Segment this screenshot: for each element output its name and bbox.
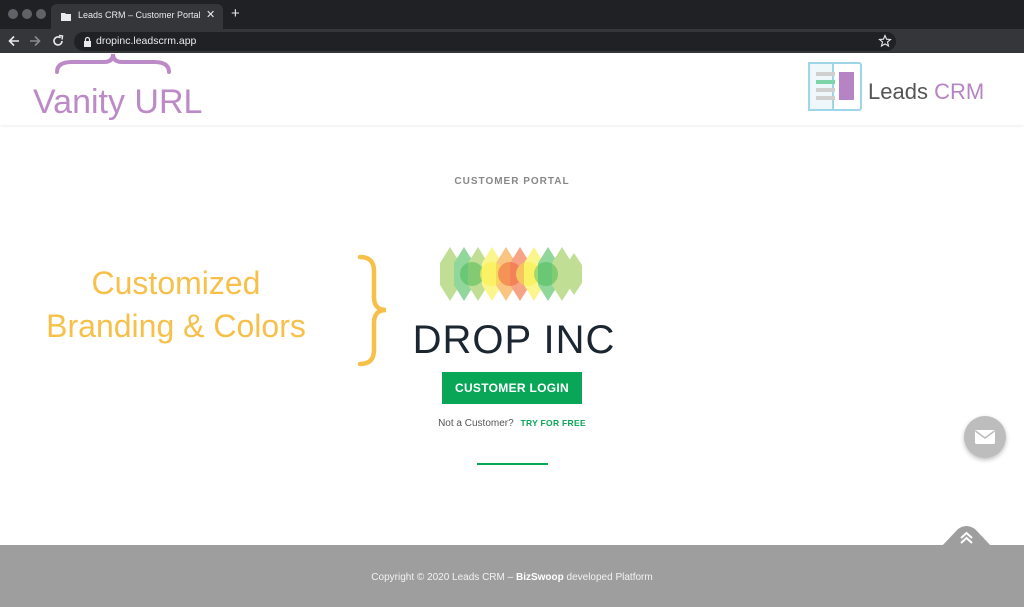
drop-inc-logo-icon — [440, 247, 582, 301]
window-close-dot[interactable] — [8, 9, 18, 19]
lock-icon — [84, 36, 91, 47]
envelope-icon — [975, 430, 995, 444]
plus-icon[interactable]: + — [231, 6, 240, 22]
browser-toolbar: dropinc.leadscrm.app — [0, 29, 1024, 53]
star-icon[interactable] — [878, 34, 892, 48]
footer-brand-link[interactable]: BizSwoop — [516, 572, 564, 583]
close-icon[interactable]: ✕ — [206, 9, 215, 21]
browser-tab[interactable]: Leads CRM – Customer Portal ✕ — [51, 4, 223, 29]
back-arrow-icon[interactable] — [6, 32, 22, 50]
contact-chat-button[interactable] — [964, 416, 1006, 458]
logo-text: Leads CRM — [868, 79, 985, 104]
browser-tab-bar: Leads CRM – Customer Portal ✕ + — [0, 0, 1024, 29]
accent-divider — [477, 463, 548, 465]
site-footer: Copyright © 2020 Leads CRM – BizSwoop de… — [0, 545, 1024, 607]
company-name: DROP INC — [412, 318, 616, 362]
scroll-to-top-button[interactable] — [941, 525, 992, 547]
vanity-url-brace — [55, 53, 171, 74]
portal-label: CUSTOMER PORTAL — [454, 176, 570, 187]
address-bar[interactable]: dropinc.leadscrm.app — [74, 32, 896, 51]
folder-icon — [61, 13, 71, 21]
url-text: dropinc.leadscrm.app — [96, 35, 197, 47]
not-customer-text: Not a Customer? — [438, 418, 514, 429]
tab-title: Leads CRM – Customer Portal — [78, 10, 201, 20]
footer-copyright: Copyright © 2020 Leads CRM – BizSwoop de… — [371, 572, 653, 583]
window-maximize-dot[interactable] — [36, 9, 46, 19]
leads-crm-logo-icon — [808, 62, 862, 111]
vanity-url-label: Vanity URL — [33, 83, 203, 121]
customer-login-button[interactable]: CUSTOMER LOGIN — [442, 372, 582, 404]
forward-arrow-icon[interactable] — [27, 32, 43, 50]
signup-prompt: Not a Customer? TRY FOR FREE — [0, 418, 1024, 429]
window-minimize-dot[interactable] — [22, 9, 32, 19]
leads-crm-logo[interactable]: Leads CRM — [806, 59, 1001, 117]
reload-icon[interactable] — [50, 32, 66, 50]
app-root: Leads CRM – Customer Portal ✕ + dropinc.… — [0, 0, 1024, 607]
try-for-free-link[interactable]: TRY FOR FREE — [520, 418, 585, 428]
